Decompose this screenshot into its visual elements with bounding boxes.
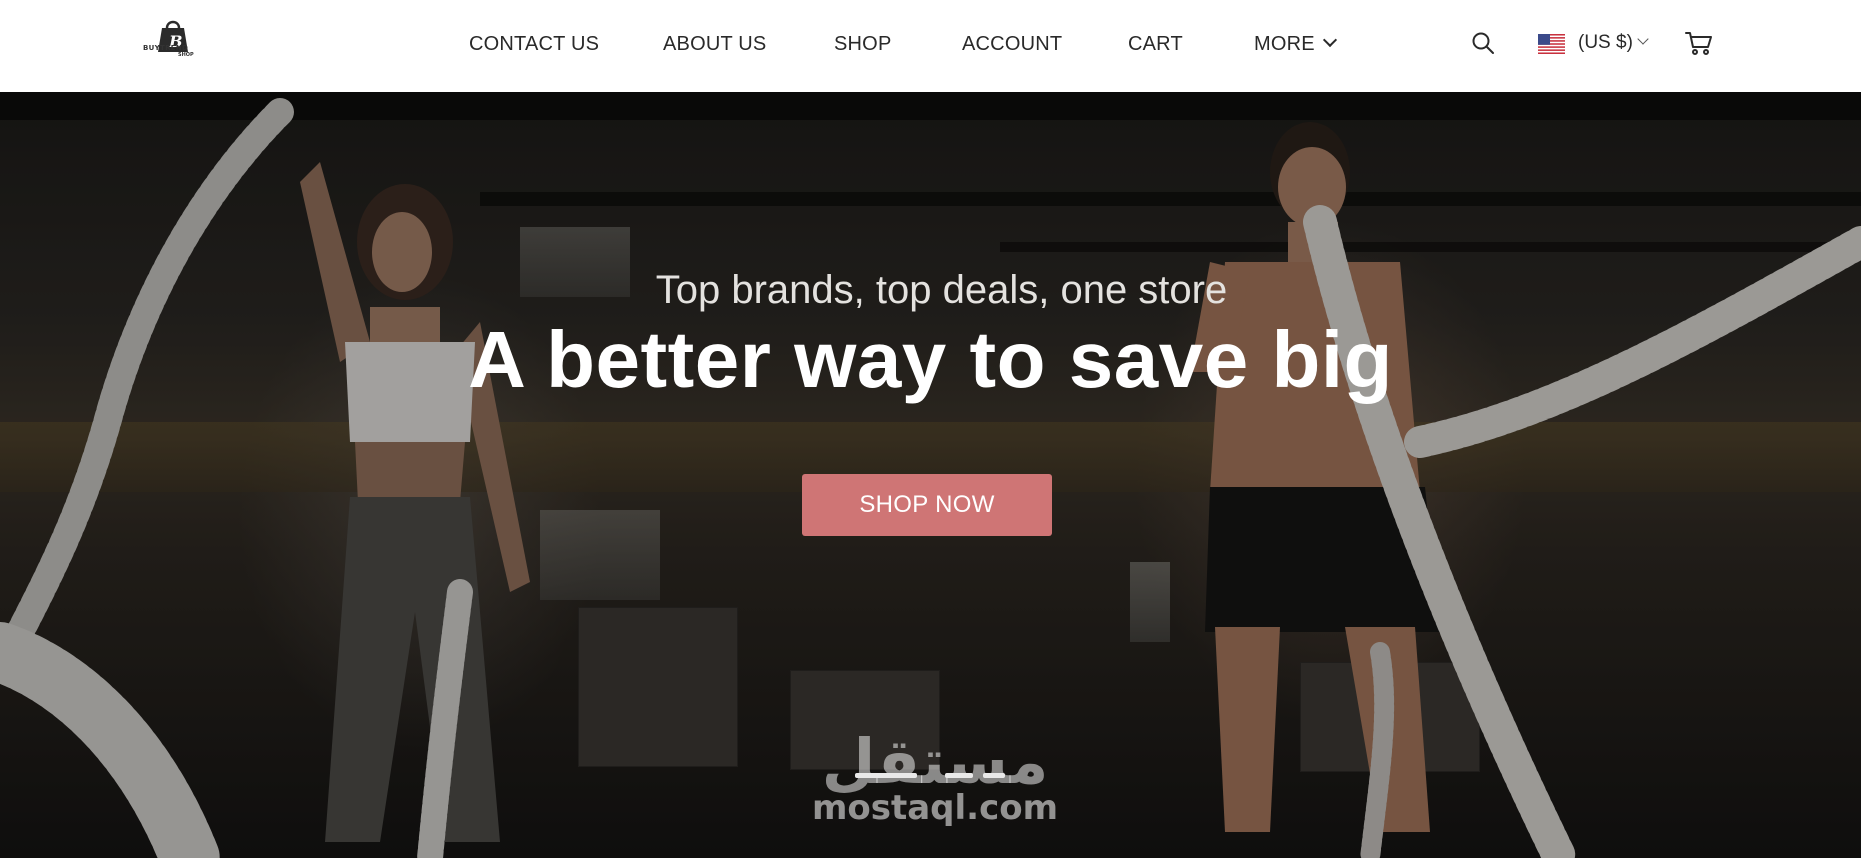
brand-subname: SHOP: [178, 52, 194, 58]
nav-about-us[interactable]: ABOUT US: [663, 33, 766, 56]
currency-label: (US $): [1578, 32, 1633, 53]
chevron-down-icon: [1637, 33, 1649, 45]
cart-icon[interactable]: [1685, 30, 1713, 56]
us-flag-icon: [1538, 34, 1565, 54]
shop-now-button[interactable]: SHOP NOW: [802, 474, 1052, 536]
site-header: B BUYTREND SHOP CONTACT US ABOUT US SHOP…: [0, 0, 1861, 92]
nav-more[interactable]: MORE: [1254, 32, 1337, 56]
watermark-latin: mostaql.com: [811, 788, 1059, 828]
brand-logo[interactable]: B: [140, 12, 210, 62]
brand-name: BUYTREND: [143, 44, 189, 52]
nav-account[interactable]: ACCOUNT: [962, 33, 1062, 56]
nav-shop[interactable]: SHOP: [834, 33, 891, 56]
hero-banner: Top brands, top deals, one store A bette…: [0, 92, 1861, 858]
nav-more-label: MORE: [1254, 33, 1315, 55]
nav-contact-us[interactable]: CONTACT US: [469, 33, 599, 56]
slide-indicator[interactable]: [945, 773, 973, 778]
shopping-bag-logo-icon: B: [158, 20, 188, 52]
watermark: مستقل mostaql.com: [810, 725, 1060, 829]
currency-selector[interactable]: (US $): [1578, 32, 1649, 54]
nav-cart[interactable]: CART: [1128, 33, 1183, 56]
chevron-down-icon: [1322, 32, 1337, 48]
watermark-arabic: مستقل: [821, 725, 1049, 798]
slide-indicator-active[interactable]: [855, 773, 917, 778]
hero-title: A better way to save big: [468, 315, 1393, 404]
search-icon[interactable]: [1471, 31, 1495, 55]
slide-indicator[interactable]: [983, 773, 1005, 778]
hero-subtitle: Top brands, top deals, one store: [655, 268, 1228, 312]
